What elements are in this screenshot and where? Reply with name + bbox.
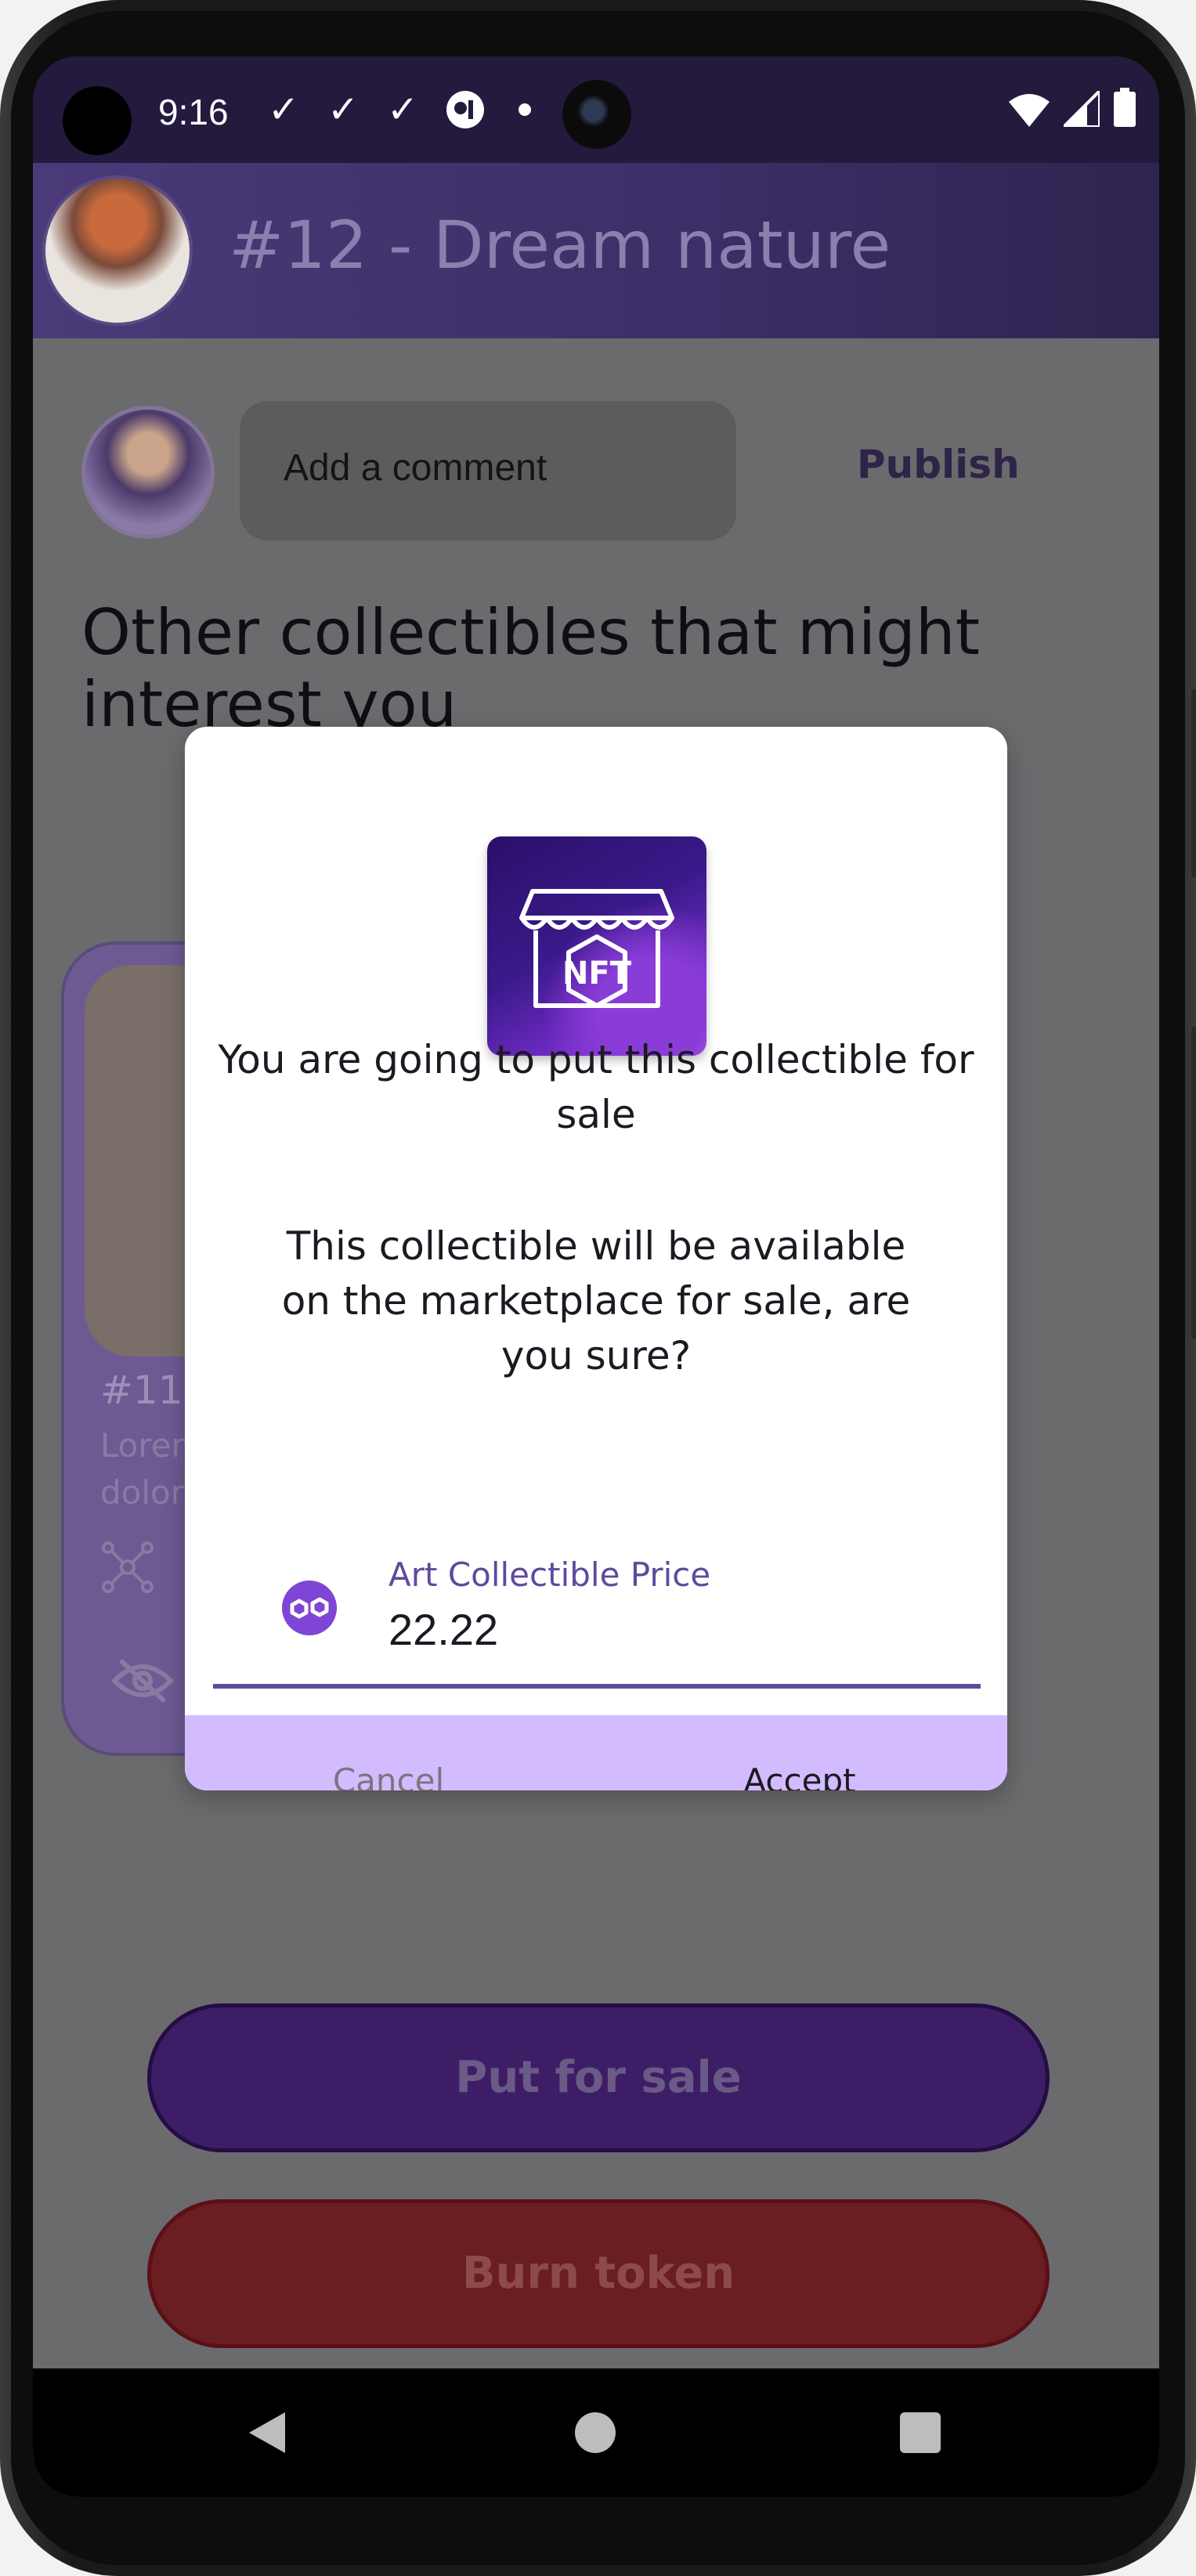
comment-input[interactable]: Add a comment: [240, 401, 736, 540]
page-title: #12 - Dream nature: [229, 207, 891, 284]
price-input[interactable]: 22.22: [388, 1604, 498, 1655]
recents-icon[interactable]: [900, 2412, 941, 2453]
hidden-eye-icon[interactable]: [110, 1657, 175, 1707]
check-icon: ✓: [268, 88, 300, 132]
screen: 9:16 ✓ ✓ ✓ #12 - Dream nature Add a comm…: [33, 56, 1159, 2497]
front-camera: [562, 80, 631, 149]
network-icon: [100, 1540, 155, 1598]
avatar: [81, 406, 215, 539]
section-title: Other collectibles that might interest y…: [81, 596, 980, 741]
back-icon[interactable]: [249, 2412, 285, 2453]
collectible-avatar: [42, 175, 193, 326]
put-for-sale-label: Put for sale: [455, 2052, 742, 2103]
dialog-actions: Cancel Accept: [185, 1715, 1007, 1790]
put-for-sale-button[interactable]: Put for sale: [147, 2003, 1050, 2152]
burn-token-label: Burn token: [461, 2248, 735, 2299]
battery-icon: [1114, 88, 1136, 130]
price-field-label: Art Collectible Price: [388, 1555, 711, 1594]
publish-button[interactable]: Publish: [857, 442, 1020, 487]
comment-placeholder: Add a comment: [284, 447, 547, 489]
svg-text:NFT: NFT: [562, 956, 632, 992]
accept-button[interactable]: Accept: [592, 1715, 1007, 1790]
nft-store-icon: NFT: [487, 836, 706, 1056]
status-bar: 9:16 ✓ ✓ ✓: [33, 56, 1159, 163]
check-icon: ✓: [327, 88, 360, 132]
cancel-button[interactable]: Cancel: [185, 1715, 592, 1790]
polygon-token-icon: [282, 1581, 337, 1635]
device-frame: 9:16 ✓ ✓ ✓ #12 - Dream nature Add a comm…: [0, 0, 1196, 2576]
volume-button: [1191, 689, 1196, 877]
app-bar: #12 - Dream nature: [33, 163, 1159, 338]
dialog-message: This collectible will be available on th…: [281, 1223, 911, 1378]
price-input-underline: [213, 1684, 981, 1689]
camera-cutout: [63, 86, 132, 155]
check-icon: ✓: [387, 88, 419, 132]
dialog-title: You are going to put this collectible fo…: [218, 1037, 974, 1137]
power-button: [1191, 1026, 1196, 1339]
wifi-icon: [1009, 92, 1050, 130]
notification-dot: [519, 103, 531, 116]
put-for-sale-dialog: NFT You are going to put this collectibl…: [185, 727, 1007, 1790]
navigation-bar: [33, 2368, 1159, 2497]
vpn-key-icon: [445, 89, 486, 133]
burn-token-button[interactable]: Burn token: [147, 2199, 1050, 2348]
home-icon[interactable]: [575, 2412, 616, 2453]
signal-icon: [1060, 87, 1101, 130]
status-time: 9:16: [158, 92, 229, 132]
